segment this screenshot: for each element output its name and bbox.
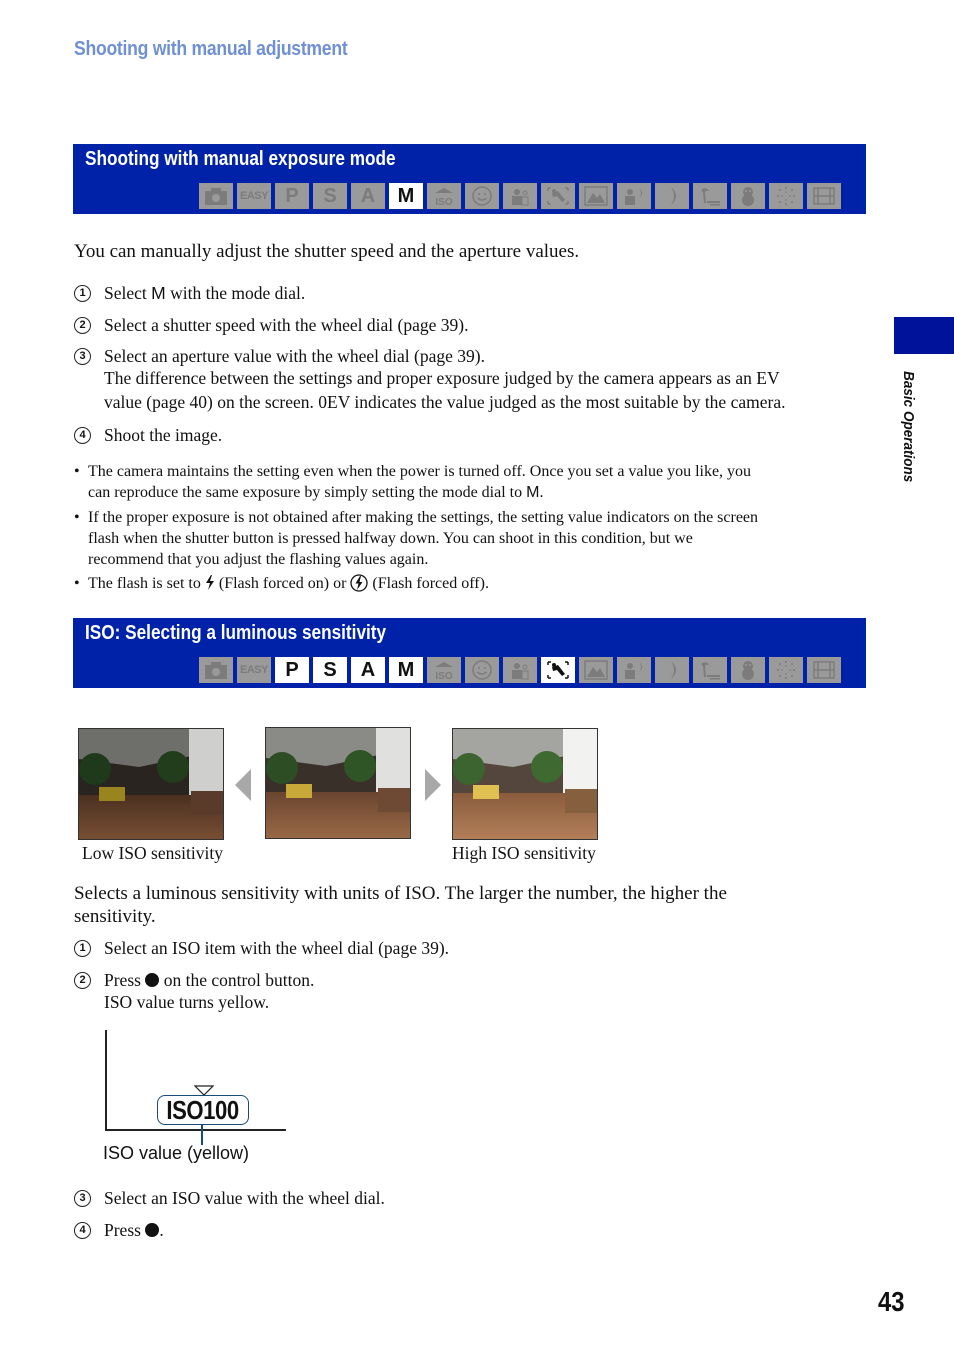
iso-value-callout: ISO value (yellow) [103, 1143, 250, 1163]
section-tab-marker [894, 317, 954, 354]
beach-icon [693, 657, 727, 683]
bullet-icon: • [74, 575, 80, 592]
decrease-arrow-icon [235, 769, 251, 801]
low-iso-caption: Low ISO sensitivity [82, 843, 223, 863]
step-number: 1 [74, 285, 91, 302]
manual-mode-icon: M [389, 657, 423, 683]
screen-frame-left [105, 1030, 107, 1130]
mode-icon-row: EASY P S A M ISO [199, 183, 841, 209]
section-banner-iso: ISO: Selecting a luminous sensitivity EA… [73, 618, 866, 688]
snow-icon [731, 657, 765, 683]
flash-forced-off-icon [350, 574, 369, 592]
iso-intro-line-2: sensitivity. [74, 906, 156, 927]
step-number: 3 [74, 348, 91, 365]
chapter-title: Shooting with manual adjustment [74, 38, 348, 60]
shutter-priority-icon: S [313, 183, 347, 209]
auto-camera-icon [199, 657, 233, 683]
shutter-priority-icon: S [313, 657, 347, 683]
control-button-center-icon [145, 973, 160, 987]
increase-arrow-icon [425, 769, 441, 801]
control-button-center-icon [145, 1223, 160, 1237]
movie-mode-icon [807, 657, 841, 683]
iso-intro-line-1: Selects a luminous sensitivity with unit… [74, 883, 727, 904]
section-tab-label: Basic Operations [900, 371, 917, 483]
normal-iso-photo [265, 727, 411, 839]
section-title: Shooting with manual exposure mode [85, 148, 396, 170]
section-title: ISO: Selecting a luminous sensitivity [85, 622, 387, 644]
step-number: 1 [74, 940, 91, 957]
aperture-priority-icon: A [351, 183, 385, 209]
intro-text: You can manually adjust the shutter spee… [74, 241, 580, 262]
step-number: 3 [74, 1190, 91, 1207]
easy-mode-icon: EASY [237, 183, 271, 209]
high-iso-caption: High ISO sensitivity [452, 843, 596, 863]
callout-line [201, 1125, 203, 1145]
bullet-icon: • [74, 509, 80, 526]
twilight-portrait-icon [617, 183, 651, 209]
manual-mode-icon: M [389, 183, 423, 209]
screen-frame-bottom [105, 1129, 286, 1131]
iso-value-display: ISO100 [157, 1095, 249, 1125]
smile-shutter-icon [465, 183, 499, 209]
manual-mode-symbol: M [151, 283, 166, 303]
high-sensitivity-icon: ISO [427, 183, 461, 209]
step-number: 2 [74, 972, 91, 989]
soft-snap-icon [503, 183, 537, 209]
smile-shutter-icon [465, 657, 499, 683]
twilight-icon [655, 657, 689, 683]
program-mode-icon: P [275, 183, 309, 209]
twilight-portrait-icon [617, 657, 651, 683]
step-number: 4 [74, 1222, 91, 1239]
movie-mode-icon [807, 183, 841, 209]
flash-forced-on-icon [205, 575, 215, 592]
svg-text:ISO: ISO [435, 197, 452, 207]
section-banner-manual-exposure: Shooting with manual exposure mode EASY P… [73, 144, 866, 214]
twilight-icon [655, 183, 689, 209]
fireworks-icon [769, 183, 803, 209]
fireworks-icon [769, 657, 803, 683]
easy-mode-icon: EASY [237, 657, 271, 683]
step-number: 2 [74, 317, 91, 334]
anti-blur-icon [541, 657, 575, 683]
beach-icon [693, 183, 727, 209]
high-sensitivity-icon: ISO [427, 657, 461, 683]
snow-icon [731, 183, 765, 209]
soft-snap-icon [503, 657, 537, 683]
program-mode-icon: P [275, 657, 309, 683]
mode-icon-row: EASY P S A M ISO [199, 657, 841, 683]
step-number: 4 [74, 427, 91, 444]
landscape-icon [579, 657, 613, 683]
manual-mode-symbol: M [526, 484, 540, 501]
landscape-icon [579, 183, 613, 209]
anti-blur-icon [541, 183, 575, 209]
aperture-priority-icon: A [351, 657, 385, 683]
low-iso-photo [78, 728, 224, 840]
high-iso-photo [452, 728, 598, 840]
auto-camera-icon [199, 183, 233, 209]
bullet-icon: • [74, 463, 80, 480]
page-number: 43 [878, 1286, 905, 1317]
svg-text:ISO: ISO [435, 671, 452, 681]
